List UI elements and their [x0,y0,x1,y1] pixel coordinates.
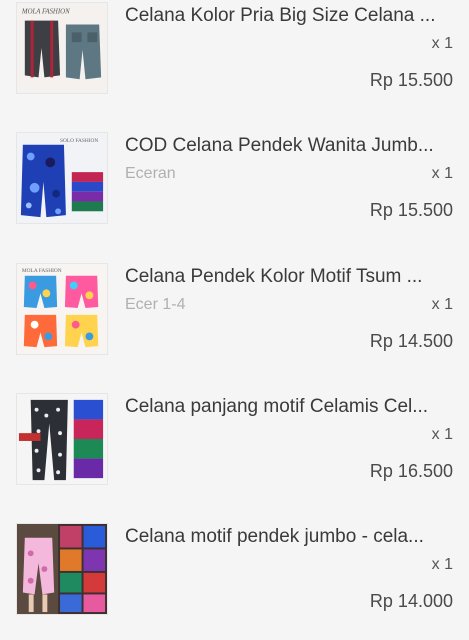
product-price: Rp 14.500 [369,331,453,351]
product-quantity: x 1 [431,556,453,573]
product-quantity: x 1 [431,165,453,182]
product-image [17,524,107,614]
order-item[interactable]: MOLA FASHION Celana Pendek Kolor Motif T… [0,261,469,379]
product-title[interactable]: Celana Kolor Pria Big Size Celana ... [125,4,450,28]
product-thumbnail[interactable] [16,393,108,485]
product-variant: Eceran [125,165,176,182]
product-thumbnail[interactable] [16,523,108,615]
order-item[interactable]: Celana panjang motif Celamis Cel... x 1 … [0,391,469,509]
product-thumbnail[interactable]: MOLA FASHION [16,263,108,355]
product-quantity: x 1 [431,296,453,313]
product-title[interactable]: Celana motif pendek jumbo - cela... [125,525,450,549]
order-item[interactable]: MOLA FASHION Celana Kolor Pria Big Size … [0,0,469,118]
product-variant: Ecer 1-4 [125,296,186,313]
thumbnail-brand-text: MOLA FASHION [21,9,70,16]
product-image: MOLA FASHION [17,3,107,93]
product-thumbnail[interactable]: SOLO FASHION [16,132,108,224]
order-item-list: MOLA FASHION Celana Kolor Pria Big Size … [0,0,469,640]
order-item[interactable]: SOLO FASHION COD Celana Pendek Wanita Ju… [0,130,469,248]
product-quantity: x 1 [431,35,453,52]
order-item[interactable]: Celana motif pendek jumbo - cela... x 1 … [0,521,469,639]
thumbnail-brand-text: MOLA FASHION [22,268,62,274]
product-price: Rp 15.500 [369,70,453,90]
product-image: MOLA FASHION [17,264,107,354]
product-title[interactable]: Celana panjang motif Celamis Cel... [125,395,450,419]
product-title[interactable]: Celana Pendek Kolor Motif Tsum ... [125,265,450,289]
product-quantity: x 1 [431,426,453,443]
product-image: SOLO FASHION [17,133,107,223]
product-price: Rp 16.500 [369,461,453,481]
product-price: Rp 15.500 [369,200,453,220]
product-price: Rp 14.000 [369,591,453,611]
product-thumbnail[interactable]: MOLA FASHION [16,2,108,94]
thumbnail-brand-text: SOLO FASHION [60,138,98,144]
product-image [17,394,107,484]
product-title[interactable]: COD Celana Pendek Wanita Jumb... [125,134,450,158]
